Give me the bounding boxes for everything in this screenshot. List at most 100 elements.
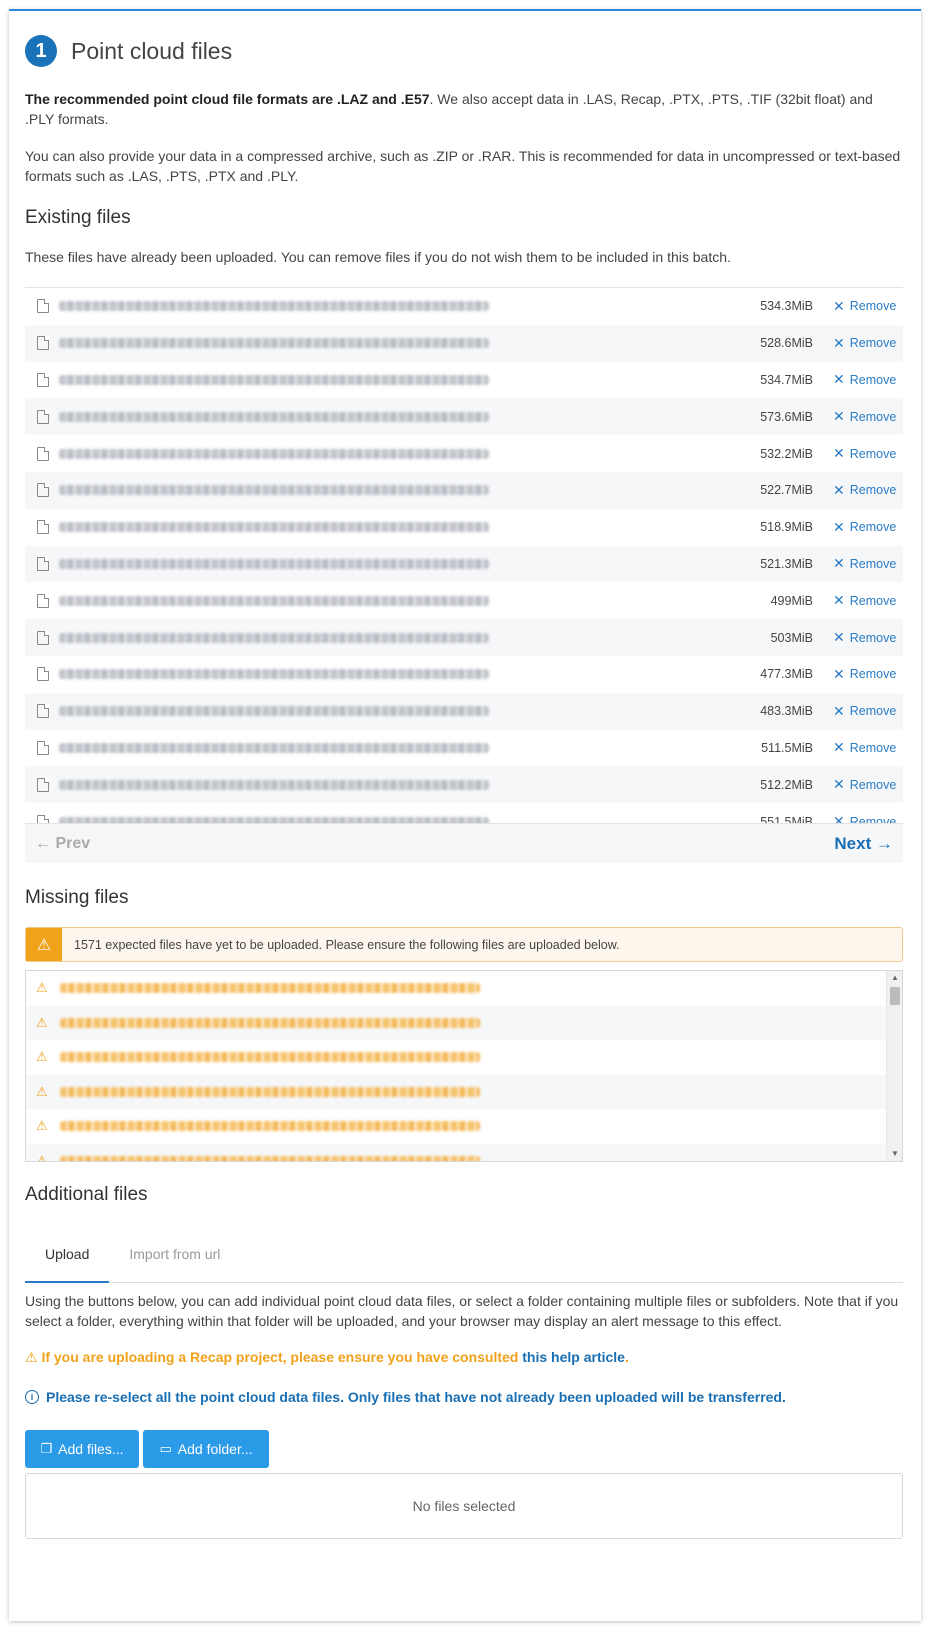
remove-label: Remove bbox=[849, 630, 897, 645]
upload-instructions: Using the buttons below, you can add ind… bbox=[25, 1293, 899, 1329]
redacted-filename bbox=[59, 485, 489, 496]
redacted-filename bbox=[59, 632, 489, 643]
recommended-formats-text: The recommended point cloud file formats… bbox=[25, 91, 430, 107]
file-size: 534.7MiB bbox=[760, 372, 813, 387]
table-row: 503MiB ✕ Remove bbox=[25, 619, 903, 656]
file-size: 528.6MiB bbox=[760, 336, 813, 351]
list-item: ⚠ bbox=[26, 1005, 902, 1040]
add-folder-label: Add folder... bbox=[177, 1441, 253, 1457]
remove-label: Remove bbox=[849, 667, 897, 682]
redacted-filename bbox=[59, 374, 489, 385]
table-row: 573.6MiB ✕ Remove bbox=[25, 398, 903, 436]
redacted-filename bbox=[59, 706, 489, 717]
redacted-filename bbox=[59, 522, 489, 533]
remove-file-button[interactable]: ✕ Remove bbox=[833, 334, 896, 352]
remove-file-button[interactable]: ✕ Remove bbox=[833, 555, 896, 572]
warning-icon: ⚠ bbox=[36, 1049, 48, 1065]
existing-files-list: 534.3MiB ✕ Remove 528.6MiB ✕ Remove 534.7MiB ✕ R… bbox=[25, 287, 903, 840]
upload-tabs: Upload Import from url bbox=[25, 1234, 903, 1283]
remove-file-button[interactable]: ✕ Remove bbox=[833, 776, 896, 793]
remove-file-button[interactable]: ✕ Remove bbox=[833, 298, 896, 315]
file-icon bbox=[37, 520, 49, 535]
table-row: 528.6MiB ✕ Remove bbox=[25, 324, 903, 362]
no-files-selected-text: No files selected bbox=[412, 1498, 516, 1514]
file-icon bbox=[37, 740, 49, 755]
warning-icon: ⚠ bbox=[36, 980, 48, 996]
remove-file-button[interactable]: ✕ Remove bbox=[833, 408, 896, 425]
next-label: Next bbox=[834, 833, 872, 853]
file-icon bbox=[37, 372, 49, 387]
add-folder-button[interactable]: ▭ Add folder... bbox=[143, 1430, 269, 1468]
list-item: ⚠ bbox=[26, 1109, 902, 1144]
redacted-filename bbox=[59, 1017, 480, 1028]
remove-label: Remove bbox=[849, 299, 897, 314]
reselect-info: i Please re-select all the point cloud d… bbox=[25, 1389, 786, 1405]
info-icon: i bbox=[25, 1390, 39, 1404]
redacted-filename bbox=[59, 742, 489, 753]
warning-icon: ⚠ bbox=[26, 928, 62, 961]
add-files-button[interactable]: ❐ Add files... bbox=[25, 1430, 139, 1468]
table-row: 518.9MiB ✕ Remove bbox=[25, 509, 903, 546]
selected-files-area[interactable]: No files selected bbox=[25, 1473, 903, 1539]
help-article-link[interactable]: this help article bbox=[522, 1349, 625, 1365]
tab-import-from-url[interactable]: Import from url bbox=[109, 1234, 240, 1283]
table-row: 534.7MiB ✕ Remove bbox=[25, 362, 903, 399]
tab-upload[interactable]: Upload bbox=[25, 1234, 110, 1283]
file-size: 483.3MiB bbox=[760, 704, 813, 719]
redacted-filename bbox=[59, 301, 489, 312]
close-icon: ✕ bbox=[833, 629, 845, 646]
redacted-filename bbox=[59, 1086, 480, 1097]
file-icon bbox=[37, 667, 49, 682]
archive-paragraph: You can also provide your data in a comp… bbox=[25, 148, 901, 184]
remove-file-button[interactable]: ✕ Remove bbox=[833, 519, 896, 536]
missing-list-scrollbar[interactable]: ▲ ▼ bbox=[886, 971, 902, 1161]
close-icon: ✕ bbox=[833, 739, 845, 756]
file-icon bbox=[37, 777, 49, 792]
copy-files-icon: ❐ bbox=[40, 1441, 53, 1456]
warning-icon: ⚠ bbox=[36, 1083, 48, 1099]
remove-label: Remove bbox=[849, 446, 897, 461]
page-title: Point cloud files bbox=[71, 37, 233, 64]
file-size: 518.9MiB bbox=[760, 520, 813, 535]
file-size: 499MiB bbox=[770, 593, 813, 608]
remove-label: Remove bbox=[849, 372, 897, 387]
scroll-down-arrow-icon[interactable]: ▼ bbox=[887, 1147, 902, 1161]
remove-file-button[interactable]: ✕ Remove bbox=[833, 666, 896, 683]
close-icon: ✕ bbox=[833, 776, 845, 793]
prev-label: Prev bbox=[55, 834, 91, 852]
remove-file-button[interactable]: ✕ Remove bbox=[833, 629, 896, 646]
table-row: 483.3MiB ✕ Remove bbox=[25, 692, 903, 730]
redacted-filename bbox=[59, 1155, 480, 1161]
list-item: ⚠ bbox=[26, 1074, 902, 1109]
file-icon bbox=[37, 593, 49, 608]
warning-icon: ⚠ bbox=[25, 1349, 38, 1365]
file-size: 534.3MiB bbox=[760, 299, 813, 314]
missing-files-list[interactable]: ⚠ ⚠ ⚠ ⚠ ⚠ ⚠ ▲ ▼ bbox=[25, 970, 903, 1162]
remove-label: Remove bbox=[849, 740, 897, 755]
table-row: 512.2MiB ✕ Remove bbox=[25, 766, 903, 804]
prev-page-button[interactable]: ← Prev bbox=[35, 835, 90, 853]
scroll-up-arrow-icon[interactable]: ▲ bbox=[887, 971, 902, 985]
remove-file-button[interactable]: ✕ Remove bbox=[833, 592, 896, 609]
file-size: 532.2MiB bbox=[760, 446, 813, 461]
file-size: 511.5MiB bbox=[761, 740, 813, 755]
remove-label: Remove bbox=[849, 520, 897, 535]
file-icon bbox=[37, 336, 49, 351]
remove-file-button[interactable]: ✕ Remove bbox=[833, 482, 896, 499]
remove-label: Remove bbox=[849, 777, 897, 792]
remove-file-button[interactable]: ✕ Remove bbox=[833, 703, 896, 720]
scroll-thumb[interactable] bbox=[890, 987, 900, 1005]
remove-file-button[interactable]: ✕ Remove bbox=[833, 445, 896, 462]
close-icon: ✕ bbox=[833, 445, 845, 462]
next-page-button[interactable]: Next → bbox=[834, 834, 893, 854]
list-item: ⚠ bbox=[26, 1040, 902, 1075]
redacted-filename bbox=[59, 338, 489, 349]
table-row: 499MiB ✕ Remove bbox=[25, 582, 903, 619]
remove-file-button[interactable]: ✕ Remove bbox=[833, 371, 896, 388]
table-row: 511.5MiB ✕ Remove bbox=[25, 730, 903, 767]
close-icon: ✕ bbox=[833, 334, 845, 351]
file-icon bbox=[37, 299, 49, 314]
redacted-filename bbox=[59, 1052, 480, 1063]
remove-file-button[interactable]: ✕ Remove bbox=[833, 739, 896, 756]
existing-files-description: These files have already been uploaded. … bbox=[25, 249, 731, 265]
